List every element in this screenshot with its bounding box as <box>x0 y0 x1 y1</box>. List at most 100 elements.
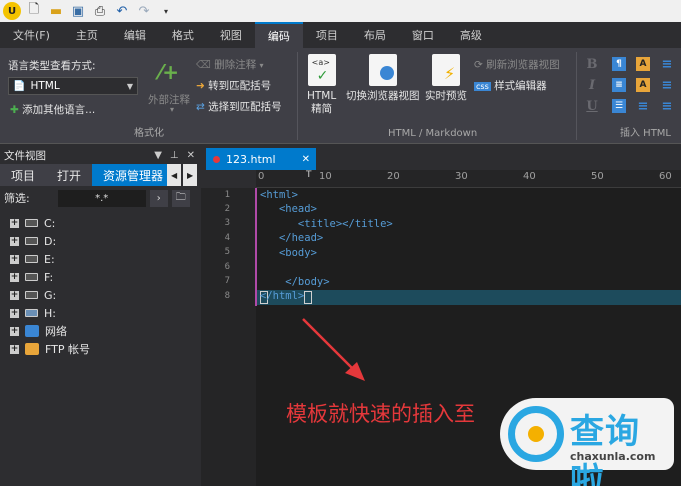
save-icon[interactable]: ▣ <box>68 1 88 21</box>
quick-access-toolbar: U 🗋 ▬ ▣ ⎙ ↶ ↷ ▾ <box>0 0 681 22</box>
code-line: <head> <box>260 203 317 215</box>
tree-item-d[interactable]: + D: <box>0 232 201 250</box>
folder-browse-icon[interactable]: 🗀 <box>171 189 190 207</box>
tree-item-e[interactable]: + E: <box>0 250 201 268</box>
expand-icon[interactable]: + <box>10 254 19 264</box>
fold-marker <box>255 188 257 306</box>
refresh-browser-view-button[interactable]: ⟳ 刷新浏览器视图 <box>474 57 560 72</box>
ruler-number: 0 <box>258 171 265 182</box>
delete-comment-button[interactable]: ⌫ 删除注释 ▾ <box>196 57 264 72</box>
panel-menu-icon[interactable]: ▼ <box>154 150 162 161</box>
tree-item-f[interactable]: + F: <box>0 268 201 286</box>
group-divider <box>576 52 577 140</box>
tab-file[interactable]: 文件(F) <box>0 22 63 48</box>
goto-bracket-label: 转到匹配括号 <box>208 80 272 92</box>
language-select[interactable]: 📄 HTML ▼ <box>8 77 138 95</box>
expand-icon[interactable]: + <box>10 344 19 354</box>
outer-comment-button[interactable]: 外部注释 <box>148 92 190 107</box>
undo-icon[interactable]: ↶ <box>112 1 132 21</box>
align-left-icon[interactable]: ≡ <box>636 99 650 114</box>
expand-icon[interactable]: + <box>10 326 19 336</box>
tree-item-label: E: <box>44 252 55 266</box>
customize-dropdown-icon[interactable]: ▾ <box>156 1 176 21</box>
ruler-number: 30 <box>455 171 468 182</box>
tab-explorer[interactable]: 资源管理器 <box>92 164 168 186</box>
outer-comment-dropdown-icon[interactable]: ▾ <box>170 105 174 114</box>
panel-title: 文件视图 <box>4 149 46 162</box>
current-line-highlight <box>257 290 681 305</box>
highlight-icon[interactable]: A <box>636 78 650 92</box>
filter-apply-icon[interactable]: › <box>149 189 168 207</box>
expand-icon[interactable]: + <box>10 272 19 282</box>
chevron-right-icon[interactable]: ▶ <box>183 164 198 186</box>
bold-icon[interactable]: B <box>585 57 599 72</box>
drive-icon <box>25 219 38 227</box>
document-tab[interactable]: 123.html ✕ <box>206 148 316 170</box>
network-drive-icon <box>25 309 38 317</box>
font-color-icon[interactable]: A <box>636 57 650 71</box>
tree-item-label: H: <box>44 306 56 320</box>
expand-icon[interactable]: + <box>10 236 19 246</box>
outer-comment-icon: ⁄+ <box>158 60 180 84</box>
tab-edit[interactable]: 编辑 <box>111 22 159 48</box>
document-tab-label: 123.html <box>226 152 276 166</box>
open-folder-icon[interactable]: ▬ <box>46 1 66 21</box>
select-bracket-label: 选择到匹配括号 <box>208 101 282 113</box>
align-center-icon[interactable]: ≡ <box>660 57 674 72</box>
tab-view[interactable]: 视图 <box>207 22 255 48</box>
line-number: 6 <box>224 262 230 272</box>
italic-icon[interactable]: I <box>585 78 599 93</box>
switch-browser-view-label: 切换浏览器视图 <box>346 90 420 102</box>
tab-home[interactable]: 主页 <box>63 22 111 48</box>
paragraph-icon[interactable]: ¶ <box>612 57 626 71</box>
close-tab-icon[interactable]: ✕ <box>302 154 316 165</box>
tree-item-h[interactable]: + H: <box>0 304 201 322</box>
tab-project[interactable]: 项目 <box>303 22 351 48</box>
style-editor-button[interactable]: css 样式编辑器 <box>474 78 547 93</box>
drive-icon <box>25 237 38 245</box>
tree-item-ftp[interactable]: + FTP 帐号 <box>0 340 201 358</box>
drive-icon <box>25 291 38 299</box>
tab-window[interactable]: 窗口 <box>399 22 447 48</box>
goto-bracket-button[interactable]: ➜ 转到匹配括号 <box>196 78 271 93</box>
filter-input[interactable]: *.* <box>57 189 146 207</box>
html-tidy-button[interactable]: <a> ✓ HTML 精简 <box>307 54 336 116</box>
tree-item-g[interactable]: + G: <box>0 286 201 304</box>
html-tidy-label-line2: 精简 <box>311 103 333 115</box>
switch-browser-view-button[interactable]: 切换浏览器视图 <box>346 54 420 103</box>
tab-format[interactable]: 格式 <box>159 22 207 48</box>
select-bracket-button[interactable]: ⇄ 选择到匹配括号 <box>196 99 282 114</box>
list-icon[interactable]: ≡ <box>612 78 626 92</box>
app-logo-icon[interactable]: U <box>2 1 22 21</box>
tree-item-c[interactable]: + C: <box>0 214 201 232</box>
expand-icon[interactable]: + <box>10 308 19 318</box>
tab-advanced[interactable]: 高级 <box>447 22 495 48</box>
tab-project[interactable]: 项目 <box>0 164 47 186</box>
pin-icon[interactable]: ⊥ <box>170 150 179 161</box>
underline-icon[interactable]: U <box>585 99 599 114</box>
line-number-gutter: 1 2 3 4 5 6 7 8 <box>201 188 256 486</box>
panel-title-bar: 文件视图 ▼ ⊥ ✕ <box>0 146 201 164</box>
redo-icon[interactable]: ↷ <box>134 1 154 21</box>
chevron-left-icon[interactable]: ◀ <box>167 164 182 186</box>
tab-stop-marker: T <box>306 170 312 180</box>
outline-icon[interactable]: ☰ <box>612 99 626 113</box>
tab-layout[interactable]: 布局 <box>351 22 399 48</box>
tab-coding[interactable]: 编码 <box>254 22 303 48</box>
tab-open[interactable]: 打开 <box>46 164 93 186</box>
browser-view-icon <box>368 54 397 86</box>
close-icon[interactable]: ✕ <box>187 150 195 161</box>
justify-icon[interactable]: ≡ <box>660 99 674 114</box>
expand-icon[interactable]: + <box>10 290 19 300</box>
new-file-icon[interactable]: 🗋 <box>24 1 44 21</box>
align-right-icon[interactable]: ≡ <box>660 78 674 93</box>
html-file-icon: 📄 <box>13 80 26 92</box>
tree-item-label: C: <box>44 216 56 230</box>
tree-item-network[interactable]: + 网络 <box>0 322 201 340</box>
expand-icon[interactable]: + <box>10 218 19 228</box>
add-language-button[interactable]: ✚ 添加其他语言... <box>10 102 95 117</box>
watermark-brand: 查询啦 <box>570 412 640 486</box>
live-preview-button[interactable]: ⚡ 实时预览 <box>425 54 467 103</box>
tree-item-label: D: <box>44 234 57 248</box>
print-icon[interactable]: ⎙ <box>90 1 110 21</box>
